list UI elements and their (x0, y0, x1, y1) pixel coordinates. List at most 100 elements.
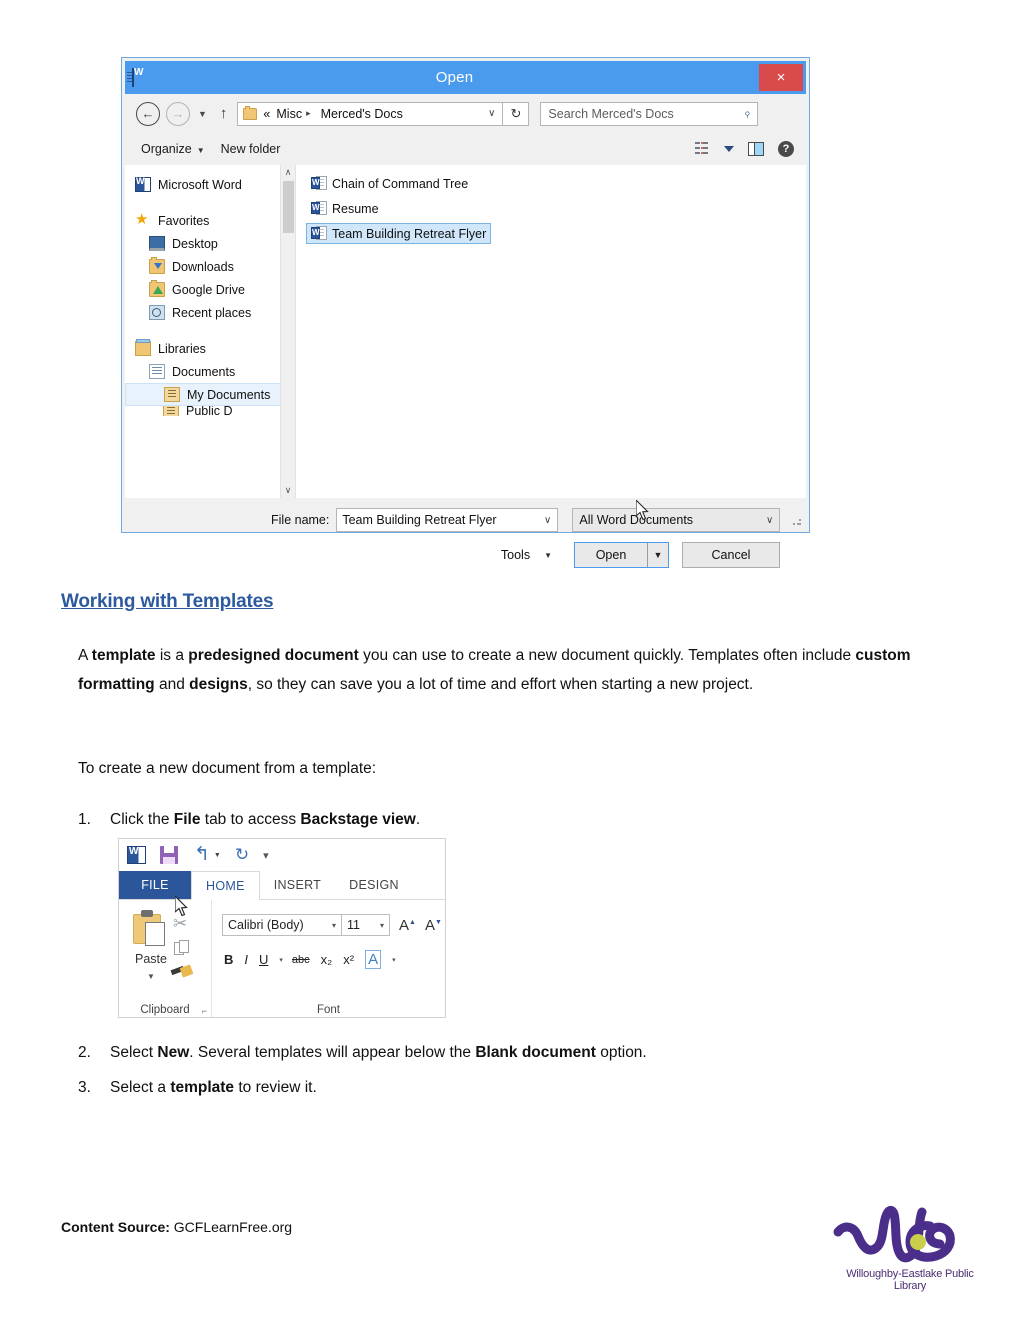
file-name-label: Team Building Retreat Flyer (332, 226, 487, 241)
font-name-select[interactable]: Calibri (Body) ▾ (222, 914, 342, 936)
text-segment-bold: New (157, 1044, 190, 1061)
tab-design[interactable]: DESIGN (335, 871, 413, 899)
dialog-launcher-icon[interactable]: ⌐ (202, 1006, 207, 1016)
back-button[interactable]: ← (136, 101, 160, 126)
breadcrumb-item-misc[interactable]: Misc (276, 107, 302, 121)
ribbon-tabs: FILE HOME INSERT DESIGN (119, 871, 445, 900)
superscript-button[interactable]: x² (343, 952, 354, 967)
refresh-icon[interactable]: ↻ (503, 101, 530, 126)
tab-file[interactable]: FILE (119, 871, 191, 899)
paste-icon[interactable] (133, 910, 167, 946)
text-segment: , so they can save you a lot of time and… (247, 676, 754, 693)
font-name-value: Calibri (Body) (228, 918, 304, 932)
underline-button[interactable]: U (259, 952, 268, 967)
chevron-down-icon[interactable]: ∨ (488, 108, 495, 119)
sidebar-item-google-drive[interactable]: Google Drive (125, 278, 295, 301)
open-button[interactable]: Open ▼ (574, 542, 669, 568)
customize-qat-icon[interactable]: ▾ (263, 849, 269, 862)
resize-grip-icon[interactable] (792, 516, 802, 526)
scroll-up-icon[interactable]: ∧ (281, 165, 295, 180)
sidebar-item-public-documents-partial[interactable]: Public D (125, 406, 295, 416)
format-painter-icon[interactable] (170, 964, 194, 980)
search-input[interactable]: Search Merced's Docs ⌕ (540, 101, 759, 126)
chevron-down-icon[interactable]: ▼ (147, 972, 155, 981)
sidebar-item-libraries[interactable]: Libraries (125, 337, 295, 360)
word-icon (127, 846, 146, 864)
italic-button[interactable]: I (244, 952, 248, 967)
text-segment: you can use to create a new document qui… (358, 647, 856, 664)
tab-home[interactable]: HOME (191, 871, 260, 900)
cancel-button[interactable]: Cancel (682, 542, 780, 568)
new-folder-button[interactable]: New folder (221, 142, 281, 156)
chevron-down-icon[interactable]: ▾ (392, 956, 396, 964)
word-doc-icon: W (311, 176, 327, 191)
file-type-value: All Word Documents (579, 513, 694, 527)
file-item-team-building-retreat-flyer[interactable]: W Team Building Retreat Flyer (306, 223, 492, 244)
file-item-resume[interactable]: W Resume (306, 198, 384, 219)
paragraph-template-intro: A template is a predesigned document you… (78, 641, 930, 699)
text-segment-bold: template (91, 647, 156, 664)
shrink-font-icon[interactable]: A▼ (425, 917, 442, 934)
tools-button[interactable]: Tools ▼ (501, 548, 552, 562)
sidebar-item-recent-places[interactable]: Recent places (125, 301, 295, 324)
sidebar-item-microsoft-word[interactable]: Microsoft Word (125, 173, 295, 196)
open-dialog: Open × ← → ▼ ↑ « Misc ▸ Merced's Docs ∨ … (121, 57, 810, 568)
text-segment: option. (595, 1044, 647, 1061)
text-effects-icon[interactable]: A (365, 950, 382, 969)
copy-icon[interactable] (174, 940, 190, 956)
preview-pane-icon[interactable] (748, 142, 764, 156)
paragraph-create-from-template: To create a new document from a template… (78, 760, 377, 777)
text-segment: . (415, 811, 421, 828)
redo-icon[interactable]: ↻ (235, 846, 249, 864)
tab-insert[interactable]: INSERT (260, 871, 335, 899)
sidebar-item-label: Google Drive (172, 282, 245, 297)
chevron-down-icon[interactable] (724, 146, 734, 152)
font-size-select[interactable]: 11 ▾ (342, 914, 390, 936)
dialog-title: Open (435, 69, 474, 86)
organize-button[interactable]: Organize ▼ (141, 142, 205, 156)
sidebar-item-desktop[interactable]: Desktop (125, 232, 295, 255)
sidebar-item-label: Desktop (172, 236, 218, 251)
scroll-down-icon[interactable]: ∨ (281, 483, 295, 498)
chevron-down-icon[interactable]: ▼ (198, 109, 207, 119)
sidebar-item-my-documents[interactable]: My Documents (125, 383, 295, 406)
sidebar-item-favorites[interactable]: ★ Favorites (125, 209, 295, 232)
file-name-input[interactable]: Team Building Retreat Flyer ∨ (336, 508, 559, 532)
breadcrumb-item-merceds-docs[interactable]: Merced's Docs (321, 107, 403, 121)
close-icon[interactable]: × (759, 64, 803, 91)
subscript-button[interactable]: x₂ (321, 952, 333, 967)
save-icon[interactable] (160, 846, 178, 864)
sidebar-item-downloads[interactable]: Downloads (125, 255, 295, 278)
documents-icon (149, 364, 165, 379)
help-icon[interactable]: ? (778, 141, 794, 157)
up-one-level-button[interactable]: ↑ (220, 105, 228, 122)
font-group-label: Font (316, 1004, 340, 1016)
bold-button[interactable]: B (224, 952, 233, 967)
navigation-pane-scrollbar[interactable]: ∧ ∨ (280, 165, 295, 498)
chevron-down-icon[interactable]: ▼ (214, 852, 221, 859)
chevron-down-icon[interactable]: ▼ (648, 543, 668, 567)
page-title: Working with Templates (61, 591, 274, 612)
content-source-label: Content Source: (61, 1219, 170, 1235)
strikethrough-button[interactable]: abc (292, 954, 310, 966)
grow-font-icon[interactable]: A▲ (399, 917, 416, 934)
scrollbar-thumb[interactable] (283, 181, 294, 233)
word-icon (127, 67, 150, 87)
public-documents-icon (163, 406, 179, 416)
view-options-icon[interactable] (695, 142, 710, 156)
file-type-select[interactable]: All Word Documents ∨ (572, 508, 781, 532)
text-segment-bold: File (173, 811, 201, 828)
sidebar-item-documents[interactable]: Documents (125, 360, 295, 383)
chevron-down-icon: ∨ (766, 514, 774, 526)
chevron-down-icon[interactable]: ▾ (279, 956, 283, 964)
undo-icon[interactable]: ↰ (194, 845, 210, 864)
forward-button[interactable]: → (166, 101, 190, 126)
sidebar-item-label: My Documents (187, 387, 271, 402)
file-item-chain-of-command-tree[interactable]: W Chain of Command Tree (306, 173, 473, 194)
content-source: Content Source: GCFLearnFree.org (61, 1219, 292, 1235)
sidebar-item-label: Documents (172, 364, 236, 379)
address-bar[interactable]: « Misc ▸ Merced's Docs ∨ (237, 101, 504, 126)
text-segment-bold: template (170, 1079, 235, 1096)
text-segment: A (78, 647, 92, 664)
library-logo: Willoughby-Eastlake Public Library (830, 1196, 990, 1292)
